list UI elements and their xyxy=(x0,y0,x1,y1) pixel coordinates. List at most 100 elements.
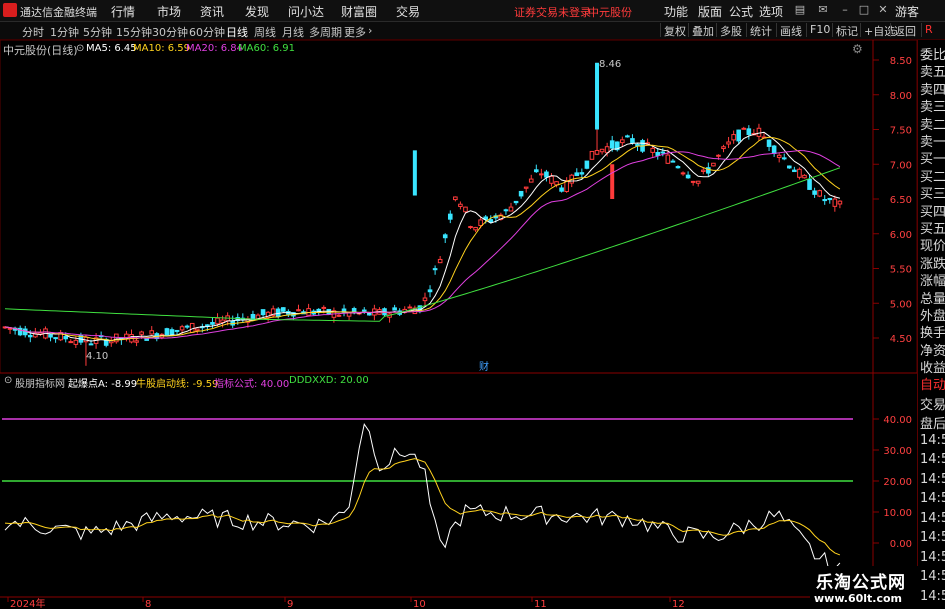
period-15min[interactable]: 15分钟 xyxy=(116,24,152,40)
candle-body xyxy=(296,309,301,312)
candle-body xyxy=(164,328,170,337)
menu-gongshi[interactable]: 公式 xyxy=(729,3,753,20)
candle-body xyxy=(781,157,787,160)
time-axis-label: 11 xyxy=(534,599,547,609)
skin-icon[interactable]: ▤ xyxy=(793,3,807,17)
candle-body xyxy=(549,175,554,184)
candle-body xyxy=(281,307,286,312)
ma60-line xyxy=(4,167,841,322)
candle-body xyxy=(179,326,185,331)
period-monthly[interactable]: 月线 xyxy=(282,24,304,40)
side-label: 外盘 xyxy=(920,309,945,324)
period-daily[interactable]: 日线 xyxy=(226,24,248,40)
candle-body xyxy=(579,172,585,175)
period-30min[interactable]: 30分钟 xyxy=(152,24,188,40)
user-label[interactable]: 游客 xyxy=(895,3,919,20)
candle-body xyxy=(473,226,478,231)
time-axis-label: 12 xyxy=(672,599,685,609)
candle-body xyxy=(260,309,266,316)
candle-body xyxy=(447,213,453,220)
indicator-b-line xyxy=(4,458,841,556)
menu-zixun[interactable]: 资讯 xyxy=(200,3,224,20)
period-60min[interactable]: 60分钟 xyxy=(189,24,225,40)
app-logo-icon xyxy=(3,3,17,17)
candle-body xyxy=(589,150,595,160)
overlay-button[interactable]: 叠加 xyxy=(688,23,717,38)
settings-gear-icon[interactable]: ⚙ xyxy=(852,42,863,56)
candle-body xyxy=(73,339,79,345)
finance-marker[interactable]: 财 xyxy=(479,358,489,373)
candle-body xyxy=(675,166,681,169)
candle-body xyxy=(594,149,600,155)
candle-body xyxy=(422,297,428,302)
candle-body xyxy=(53,337,58,340)
indicator-lines xyxy=(4,422,841,575)
watermark-line1: 乐淘公式网 xyxy=(816,573,906,593)
candle-body xyxy=(690,180,696,183)
time-axis-label: 10 xyxy=(413,599,426,609)
side-lower-label: 14:5 xyxy=(920,510,945,526)
fuquan-button[interactable]: 复权 xyxy=(660,23,689,38)
close-icon[interactable]: ✕ xyxy=(876,3,890,17)
candle-body xyxy=(189,322,195,333)
period-5min[interactable]: 5分钟 xyxy=(83,24,112,40)
menu-gongneng[interactable]: 功能 xyxy=(664,3,688,20)
candle-body xyxy=(584,160,590,169)
login-warning[interactable]: 证券交易未登录 xyxy=(514,4,591,20)
mail-icon[interactable]: ✉ xyxy=(816,3,830,17)
side-label: 总量 xyxy=(920,291,945,307)
candle-body xyxy=(827,197,833,201)
title-bar: 通达信金融终端 行情 市场 资讯 发现 问小达 财富圈 交易 证券交易未登录 中… xyxy=(0,0,945,22)
f10-button[interactable]: F10 xyxy=(806,23,833,37)
period-weekly[interactable]: 周线 xyxy=(254,24,276,40)
period-more[interactable]: 更多 xyxy=(344,24,366,40)
menu-banmian[interactable]: 版面 xyxy=(698,3,722,20)
minimize-icon[interactable]: – xyxy=(838,3,852,17)
menu-caifuquan[interactable]: 财富圈 xyxy=(341,3,377,20)
candle-body xyxy=(574,172,580,177)
multi-stock-button[interactable]: 多股 xyxy=(716,23,745,38)
candle-body xyxy=(63,336,69,340)
time-axis-label: 9 xyxy=(287,599,293,609)
side-lower-label: 盘后 xyxy=(920,417,945,432)
price-axis-label: 5.00 xyxy=(890,299,912,310)
maximize-icon[interactable]: □ xyxy=(857,3,871,17)
menu-xuanxiang[interactable]: 选项 xyxy=(759,3,783,20)
menu-hangqing[interactable]: 行情 xyxy=(111,3,135,20)
candle-body xyxy=(792,169,797,173)
back-button[interactable]: 返回 xyxy=(890,23,919,38)
candle-body xyxy=(741,127,747,130)
chevron-right-icon[interactable]: › xyxy=(368,24,372,37)
candle-body xyxy=(787,165,792,169)
menu-shichang[interactable]: 市场 xyxy=(157,3,181,20)
period-multi[interactable]: 多周期 xyxy=(309,24,342,40)
candle-body xyxy=(665,154,671,164)
side-lower-label: 14:5 xyxy=(920,569,945,584)
period-toolbar: 分时 1分钟 5分钟 15分钟 30分钟 60分钟 日线 周线 月线 多周期 更… xyxy=(0,22,945,40)
indicator-toggle-icon[interactable]: ⊙ xyxy=(4,375,12,386)
candle-body xyxy=(427,289,433,293)
stats-button[interactable]: 统计 xyxy=(746,23,775,38)
side-label: 委比 xyxy=(920,48,945,63)
period-1min[interactable]: 1分钟 xyxy=(50,24,79,40)
legend-ma5: MA5: 6.45 xyxy=(86,43,137,54)
menu-jiaoyi[interactable]: 交易 xyxy=(396,3,420,20)
mark-button[interactable]: 标记 xyxy=(832,23,861,38)
side-label: 买五 xyxy=(920,222,945,237)
candle-body xyxy=(194,328,200,331)
menu-wenxiaoda[interactable]: 问小达 xyxy=(288,3,324,20)
candle-body xyxy=(336,314,342,317)
draw-line-button[interactable]: 画线 xyxy=(776,23,805,38)
candle-body xyxy=(48,334,53,338)
candle-body xyxy=(88,343,94,346)
price-axis-label: 8.50 xyxy=(890,56,912,67)
price-axis-label: 8.00 xyxy=(890,91,912,102)
period-fenshi[interactable]: 分时 xyxy=(22,24,44,40)
candle-body xyxy=(144,338,149,341)
menu-faxian[interactable]: 发现 xyxy=(245,3,269,20)
kline-chart[interactable]: 8.50 8.00 7.50 7.00 6.50 6.00 5.50 5.00 4.50 40.0… xyxy=(0,40,917,609)
r-indicator: R xyxy=(921,23,936,37)
candle-body xyxy=(807,179,812,190)
candle-body xyxy=(528,178,534,183)
legend-toggle-icon[interactable]: ⊙ xyxy=(76,43,84,54)
